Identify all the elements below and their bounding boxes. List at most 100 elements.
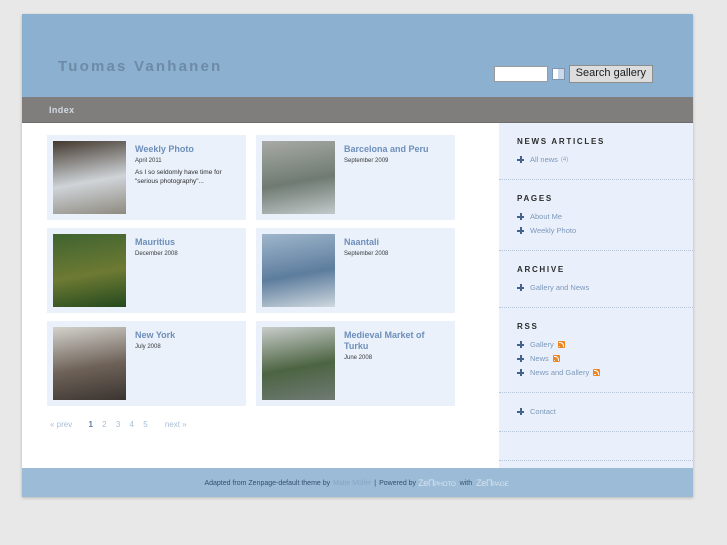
pagination-prev[interactable]: « prev [50,420,72,429]
album-title[interactable]: New York [135,330,175,341]
album-thumbnail[interactable] [53,234,126,307]
sidebar-block-rss: RSS Gallery News News and Gallery [499,308,693,393]
rss-icon[interactable] [552,355,560,362]
album-card-text: New York July 2008 [126,327,175,400]
bullet-icon [517,284,524,291]
bullet-icon [517,408,524,415]
album-card-text: Mauritius December 2008 [126,234,178,307]
album-title[interactable]: Naantali [344,237,388,248]
zenphoto-logo[interactable]: ZеПPHOTO [418,478,456,488]
pagination-page-2[interactable]: 2 [102,420,106,429]
search-input[interactable] [493,66,548,82]
sidebar-item-label: News [530,354,549,363]
album-card[interactable]: Naantali September 2008 [256,228,455,313]
rss-icon[interactable] [593,369,601,376]
zenphoto-logo-suffix: PHOTO [434,481,456,488]
bullet-icon [517,156,524,163]
zenpage-logo-suffix: PAGE [492,481,509,488]
footer-text-2: Powered by [379,479,417,487]
album-title[interactable]: Mauritius [135,237,178,248]
sidebar-block-archive: ARCHIVE Gallery and News [499,251,693,308]
album-card[interactable]: New York July 2008 [47,321,246,406]
album-title[interactable]: Barcelona and Peru [344,144,429,155]
site-footer: Adapted from Zenpage-default theme by Ma… [22,468,693,497]
sidebar-heading: NEWS ARTICLES [517,137,606,146]
sidebar-block-pages: PAGES About Me Weekly Photo [499,180,693,251]
footer-text-3: with [459,479,473,487]
footer-author-link[interactable]: Malte Müller [333,480,371,487]
bullet-icon [517,213,524,220]
sidebar-item-count: (4) [560,156,569,163]
bullet-icon [517,355,524,362]
bullet-icon [517,227,524,234]
sidebar-item-label: All news [530,155,558,164]
album-date: September 2009 [344,158,389,164]
zenpage-logo[interactable]: ZеПPAGE [476,478,509,488]
zenphoto-logo-main: ZеП [418,478,435,488]
album-title[interactable]: Medieval Market of Turku [344,330,449,352]
main-content: Weekly Photo April 2011 As I so seldomly… [22,123,499,468]
album-date: June 2008 [344,355,373,361]
album-card-text: Medieval Market of Turku June 2008 [335,327,449,400]
album-date: September 2008 [344,251,389,257]
album-title[interactable]: Weekly Photo [135,144,240,155]
bullet-icon [517,341,524,348]
site-header: Tuomas Vanhanen Search gallery [22,14,693,97]
pagination-page-4[interactable]: 4 [130,420,134,429]
search-gallery-button[interactable]: Search gallery [568,65,653,83]
album-card-text: Naantali September 2008 [335,234,388,307]
search-scope-dropdown-icon[interactable] [551,68,565,80]
bullet-icon [517,369,524,376]
sidebar-divider [499,432,693,461]
pagination-page-3[interactable]: 3 [116,420,120,429]
search-form: Search gallery [493,65,653,83]
sidebar-item-label: About Me [530,212,563,221]
sidebar-item-label: Contact [530,407,556,416]
sidebar-item-weekly-photo[interactable]: Weekly Photo [517,226,693,235]
album-thumbnail[interactable] [262,327,335,400]
zenpage-logo-main: ZеП [476,478,493,488]
pagination: « prev 1 2 3 4 5 next » [50,420,499,429]
sidebar-item-label: Gallery [530,340,554,349]
rss-icon[interactable] [557,341,565,348]
sidebar-item-label: Gallery and News [530,283,590,292]
pagination-next[interactable]: next » [165,420,187,429]
album-date: July 2008 [135,344,161,350]
album-card[interactable]: Mauritius December 2008 [47,228,246,313]
sidebar-item-all-news[interactable]: All news (4) [517,155,693,164]
footer-text-1: Adapted from Zenpage-default theme by [204,479,331,487]
pagination-page-5[interactable]: 5 [143,420,147,429]
sidebar-heading: PAGES [517,194,553,203]
sidebar-block-contact: Contact [499,393,693,432]
sidebar-item-rss-news-and-gallery[interactable]: News and Gallery [517,368,693,377]
page-title: Tuomas Vanhanen [58,58,223,75]
sidebar-heading: RSS [517,322,539,331]
album-thumbnail[interactable] [262,234,335,307]
sidebar-item-label: News and Gallery [530,368,590,377]
sidebar-item-about-me[interactable]: About Me [517,212,693,221]
sidebar-item-label: Weekly Photo [530,226,577,235]
nav-item-index[interactable]: Index [22,97,75,115]
sidebar-heading: ARCHIVE [517,265,565,274]
footer-separator: | [374,479,377,487]
sidebar-item-gallery-and-news[interactable]: Gallery and News [517,283,693,292]
album-thumbnail[interactable] [262,141,335,214]
page-container: Tuomas Vanhanen Search gallery Index Wee… [22,14,693,497]
album-card-text: Weekly Photo April 2011 As I so seldomly… [126,141,240,214]
album-card[interactable]: Weekly Photo April 2011 As I so seldomly… [47,135,246,220]
sidebar-item-contact[interactable]: Contact [517,407,693,416]
sidebar-item-rss-gallery[interactable]: Gallery [517,340,693,349]
sidebar-block-news-articles: NEWS ARTICLES All news (4) [499,123,693,180]
album-thumbnail[interactable] [53,327,126,400]
album-date: December 2008 [135,251,178,257]
main-navbar: Index [22,97,693,123]
album-card-grid: Weekly Photo April 2011 As I so seldomly… [22,135,499,406]
album-description: As I so seldomly have time for "serious … [135,169,222,185]
album-card[interactable]: Medieval Market of Turku June 2008 [256,321,455,406]
album-thumbnail[interactable] [53,141,126,214]
sidebar-item-rss-news[interactable]: News [517,354,693,363]
album-date: April 2011 [135,158,162,164]
body-wrapper: Weekly Photo April 2011 As I so seldomly… [22,123,693,468]
pagination-page-1[interactable]: 1 [88,420,92,429]
album-card[interactable]: Barcelona and Peru September 2009 [256,135,455,220]
